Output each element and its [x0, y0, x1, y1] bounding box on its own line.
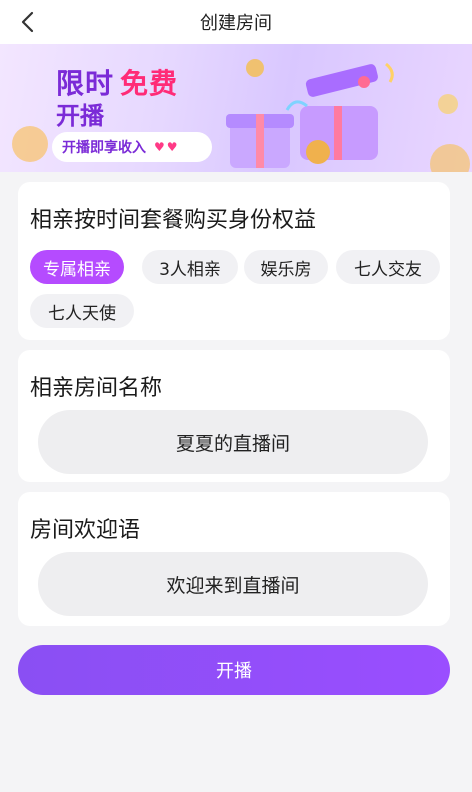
banner-subheadline: 开播: [56, 102, 104, 130]
room-name-input[interactable]: 夏夏的直播间: [38, 410, 428, 474]
promo-banner[interactable]: 限时 免费 开播 开播即享收入 ♥♥: [0, 44, 472, 172]
room-name-label: 相亲房间名称: [30, 376, 163, 401]
start-live-button[interactable]: 开播: [18, 645, 450, 695]
heart-icon: ♥♥: [154, 140, 180, 154]
chip-entertainment[interactable]: 娱乐房: [244, 250, 328, 284]
banner-pill: 开播即享收入 ♥♥: [52, 132, 212, 162]
package-card: 相亲按时间套餐购买身份权益 专属相亲 3人相亲 娱乐房 七人交友 七人天使: [18, 182, 450, 340]
chevron-left-icon: [21, 11, 34, 33]
welcome-card: 房间欢迎语 欢迎来到直播间: [18, 492, 450, 626]
room-name-card: 相亲房间名称 夏夏的直播间: [18, 350, 450, 482]
welcome-input[interactable]: 欢迎来到直播间: [38, 552, 428, 616]
chip-3-person[interactable]: 3人相亲: [142, 250, 238, 284]
top-bar: 创建房间: [0, 0, 472, 44]
chip-exclusive[interactable]: 专属相亲: [30, 250, 124, 284]
chip-7-angels[interactable]: 七人天使: [30, 294, 134, 328]
back-button[interactable]: [14, 8, 42, 36]
banner-pill-text: 开播即享收入: [62, 140, 146, 156]
page-title: 创建房间: [200, 13, 272, 34]
welcome-label: 房间欢迎语: [30, 518, 141, 543]
chip-7-friends[interactable]: 七人交友: [336, 250, 440, 284]
banner-headline-free: 免费: [120, 67, 179, 100]
package-title: 相亲按时间套餐购买身份权益: [30, 208, 317, 233]
